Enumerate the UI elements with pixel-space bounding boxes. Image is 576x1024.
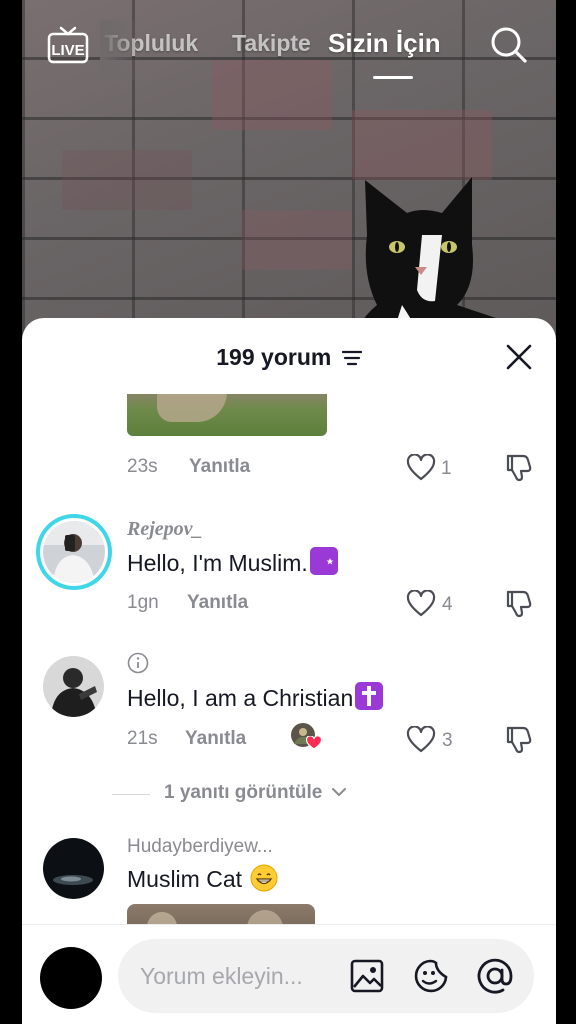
- avatar-photo: [43, 521, 105, 583]
- heart-icon[interactable]: [406, 590, 436, 618]
- close-icon[interactable]: [504, 342, 534, 372]
- comment-input-bar: [22, 924, 556, 1024]
- current-user-avatar[interactable]: [40, 947, 102, 1009]
- reply-button[interactable]: Yanıtla: [187, 592, 248, 614]
- paving-tile: [242, 210, 352, 270]
- comments-count-label: 199 yorum: [216, 344, 332, 370]
- avatar[interactable]: [43, 656, 104, 717]
- tab-following[interactable]: Takipte: [232, 30, 311, 57]
- comment-text: Hello, I'm Muslim.: [127, 547, 338, 577]
- comment-time: 21s: [127, 728, 158, 749]
- comment-text-content: Hello, I'm Muslim.: [127, 550, 308, 576]
- heart-icon[interactable]: [406, 454, 436, 482]
- info-icon[interactable]: [127, 652, 149, 674]
- comment-text-content: Hello, I am a Christian: [127, 685, 354, 711]
- like-count: 1: [441, 458, 452, 479]
- comment-time: 1gn: [127, 592, 159, 613]
- creator-liked-badge: [290, 722, 322, 752]
- star-and-crescent-icon: [309, 547, 338, 575]
- image-icon[interactable]: [348, 957, 386, 995]
- heart-filled-icon: [306, 736, 322, 750]
- comment-time: 23s: [127, 456, 158, 477]
- tab-for-you[interactable]: Sizin İçin: [328, 28, 441, 59]
- comment-image[interactable]: [127, 904, 315, 925]
- svg-text:LIVE: LIVE: [51, 42, 84, 59]
- screen: LIVE Topluluk Takipte Sizin İçin 199 yor…: [0, 0, 576, 1024]
- comment-text: Muslim Cat: [127, 864, 278, 893]
- latin-cross-icon: [355, 682, 384, 710]
- comments-count: 199 yorum: [22, 344, 556, 371]
- reply-button[interactable]: Yanıtla: [189, 456, 250, 478]
- comment-text-content: Muslim Cat: [127, 866, 243, 892]
- chevron-down-icon: [331, 788, 346, 797]
- comments-sheet: 199 yorum 23s Yanıtla 1 Rejepov_ Hello, …: [22, 318, 556, 1024]
- live-icon[interactable]: LIVE: [46, 26, 90, 66]
- search-icon[interactable]: [488, 24, 528, 64]
- avatar-photo: [43, 656, 104, 717]
- dislike-icon[interactable]: [503, 724, 533, 754]
- sort-filter-icon[interactable]: [341, 350, 362, 366]
- dislike-icon[interactable]: [503, 452, 533, 482]
- reply-button[interactable]: Yanıtla: [185, 728, 246, 750]
- username[interactable]: Hudayberdiyew...: [127, 836, 273, 858]
- tab-fade: [100, 20, 140, 80]
- like-count: 4: [442, 594, 453, 615]
- sticker-icon[interactable]: [412, 957, 450, 995]
- active-tab-indicator: [373, 76, 413, 79]
- username[interactable]: Rejepov_: [127, 518, 203, 541]
- like-count: 3: [442, 730, 453, 751]
- comments-header: 199 yorum: [22, 318, 556, 394]
- paving-tile: [352, 110, 492, 180]
- avatar[interactable]: [43, 838, 104, 899]
- paving-tile: [62, 150, 192, 210]
- avatar[interactable]: [36, 514, 112, 590]
- comment-text: Hello, I am a Christian: [127, 682, 384, 712]
- view-replies-text: 1 yanıtı görüntüle: [164, 782, 323, 803]
- mention-icon[interactable]: [476, 957, 514, 995]
- dislike-icon[interactable]: [503, 588, 533, 618]
- comment-input[interactable]: [140, 957, 340, 995]
- grinning-face-icon: [250, 864, 278, 892]
- view-replies-label[interactable]: 1 yanıtı görüntüle: [164, 782, 346, 804]
- top-navigation: LIVE Topluluk Takipte Sizin İçin: [0, 20, 576, 80]
- heart-icon[interactable]: [406, 726, 436, 754]
- avatar-photo: [43, 838, 104, 899]
- comment-input-container[interactable]: [118, 939, 534, 1013]
- comment-image[interactable]: [127, 394, 327, 436]
- divider: [112, 794, 150, 795]
- comments-list[interactable]: 23s Yanıtla 1 Rejepov_ Hello, I'm Muslim…: [22, 394, 556, 925]
